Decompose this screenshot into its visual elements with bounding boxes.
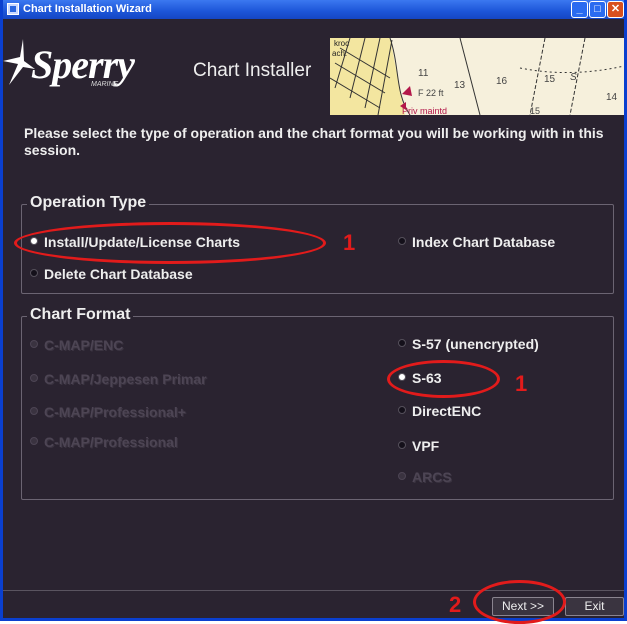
title-bar[interactable]: Chart Installation Wizard _ □ ✕ (3, 0, 624, 19)
chart-map-image: kroc ach. 11 13 16 15 S F 22 ft Priv mai… (330, 38, 624, 115)
app-icon (7, 3, 19, 15)
radio-cmap-enc: C-MAP/ENC (30, 337, 123, 353)
radio-dot-icon (398, 472, 406, 481)
map-label: 16 (496, 76, 508, 87)
radio-dot-icon (398, 339, 406, 348)
minimize-button[interactable]: _ (571, 1, 588, 18)
map-label: 15 (530, 106, 540, 115)
radio-dot-icon (30, 407, 38, 416)
close-button[interactable]: ✕ (607, 1, 624, 18)
intro-text: Please select the type of operation and … (24, 125, 604, 158)
window-title: Chart Installation Wizard (23, 3, 152, 15)
radio-delete-chart-database[interactable]: Delete Chart Database (30, 266, 193, 282)
radio-arcs: ARCS (398, 469, 452, 485)
radio-index-chart-database[interactable]: Index Chart Database (398, 234, 555, 250)
radio-dot-icon (30, 374, 38, 383)
chart-format-title: Chart Format (27, 306, 134, 324)
maximize-button[interactable]: □ (589, 1, 606, 18)
sperry-logo: Sperry (31, 42, 135, 87)
radio-s57-unencrypted[interactable]: S-57 (unencrypted) (398, 336, 539, 352)
radio-cmap-professional: C-MAP/Professional (30, 434, 178, 450)
chart-installer-label: Chart Installer (193, 60, 312, 81)
operation-type-title: Operation Type (27, 194, 150, 212)
radio-cmap-professional-plus: C-MAP/Professional+ (30, 404, 186, 420)
map-label: kroc (334, 39, 349, 48)
radio-directenc[interactable]: DirectENC (398, 403, 481, 419)
radio-vpf[interactable]: VPF (398, 438, 439, 454)
wizard-header: Sperry MARINE Chart Installer kroc ach. … (3, 19, 624, 115)
sperry-logo-subtext: MARINE (91, 81, 119, 88)
radio-dot-icon (30, 437, 38, 446)
radio-dot-icon (398, 441, 406, 450)
map-label: Priv maintd (402, 106, 447, 115)
map-label: ach. (332, 49, 347, 58)
annotation-number: 2 (449, 592, 462, 617)
map-label: S (570, 72, 577, 83)
map-label: 11 (418, 68, 429, 79)
map-label: 15 (544, 74, 556, 85)
radio-dot-icon (30, 269, 38, 278)
annotation-number: 1 (515, 371, 528, 396)
annotation-ellipse-operation (14, 222, 326, 264)
radio-cmap-jeppesen-primar: C-MAP/Jeppesen Primar (30, 371, 207, 387)
annotation-ellipse-s63 (387, 360, 500, 398)
radio-dot-icon (398, 237, 406, 246)
wizard-window: Chart Installation Wizard _ □ ✕ Sperry M… (0, 0, 627, 624)
annotation-ellipse-next (473, 580, 566, 624)
exit-button[interactable]: Exit (565, 597, 624, 616)
annotation-number: 1 (343, 230, 356, 255)
map-label: 13 (454, 80, 466, 91)
radio-dot-icon (398, 406, 406, 415)
radio-dot-icon (30, 340, 38, 349)
map-label: F 22 ft (418, 88, 444, 98)
map-label: 14 (606, 92, 618, 103)
